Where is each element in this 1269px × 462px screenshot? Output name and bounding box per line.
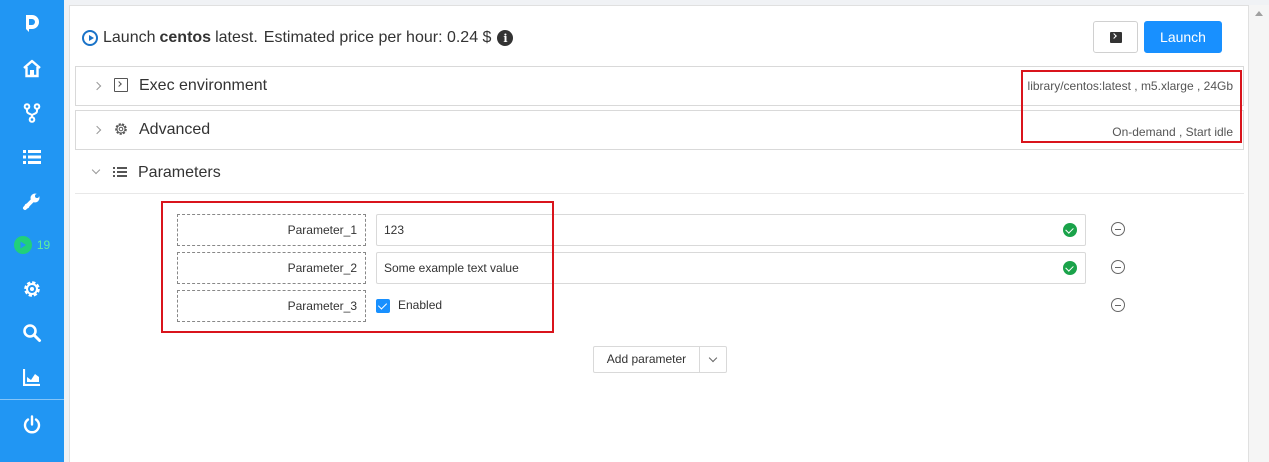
price-estimate: Estimated price per hour: 0.24 $: [263, 29, 492, 46]
chevron-right-icon[interactable]: [92, 125, 102, 135]
gear-icon: [114, 122, 128, 136]
add-parameter-group: Add parameter: [593, 346, 727, 373]
parameter-value-input[interactable]: Some example text value: [376, 252, 1086, 284]
parameter-value: 123: [384, 223, 405, 237]
pipelines-icon[interactable]: [0, 91, 64, 135]
play-icon: [13, 236, 32, 254]
home-icon[interactable]: [0, 47, 64, 91]
scrollbar[interactable]: [1249, 5, 1269, 462]
tools-icon[interactable]: [0, 179, 64, 223]
search-icon[interactable]: [0, 311, 64, 355]
dashboard-icon[interactable]: [0, 355, 64, 399]
sidebar-divider: [0, 399, 64, 400]
parameter-name-field[interactable]: Parameter_3: [177, 290, 366, 322]
advanced-summary: On-demand Start idle: [1112, 125, 1233, 139]
tool-name: centos: [159, 29, 212, 46]
library-icon[interactable]: [0, 135, 64, 179]
info-icon[interactable]: i: [497, 30, 514, 46]
instance-type: m5.xlarge: [1134, 79, 1193, 93]
launch-button[interactable]: Launch: [1144, 21, 1222, 53]
settings-icon[interactable]: [0, 267, 64, 311]
parameter-name-field[interactable]: Parameter_1: [177, 214, 366, 246]
advanced-section[interactable]: Advanced On-demand Start idle: [75, 110, 1244, 150]
price-type: On-demand: [1112, 125, 1176, 139]
remove-parameter-button[interactable]: [1111, 260, 1125, 274]
parameters-section[interactable]: Parameters: [75, 154, 1244, 194]
runs-count: 19: [36, 238, 51, 252]
chevron-down-icon[interactable]: [91, 165, 101, 175]
terminal-icon: [114, 78, 128, 92]
exec-environment-section[interactable]: Exec environment library/centos:latest m…: [75, 66, 1244, 106]
sidebar: 19: [0, 0, 64, 462]
launch-icon: [82, 30, 98, 46]
docker-image: library/centos:latest: [1027, 79, 1131, 93]
title-prefix: Launch: [103, 29, 156, 46]
terminal-icon: [1109, 31, 1122, 43]
section-title: Parameters: [138, 164, 221, 181]
section-title: Exec environment: [139, 77, 268, 94]
runs-badge: 19: [13, 236, 51, 254]
remove-parameter-button[interactable]: [1111, 222, 1125, 236]
parameter-value-input[interactable]: 123: [376, 214, 1086, 246]
launch-form: Launch centos latest. Estimated price pe…: [69, 5, 1249, 462]
parameter-name-field[interactable]: Parameter_2: [177, 252, 366, 284]
start-mode: Start idle: [1179, 125, 1233, 139]
remove-parameter-button[interactable]: [1111, 298, 1125, 312]
ssh-terminal-button[interactable]: [1093, 21, 1138, 53]
page-title: Launch centos latest. Estimated price pe…: [82, 26, 514, 50]
logout-icon[interactable]: [0, 403, 64, 447]
chevron-right-icon[interactable]: [92, 81, 102, 91]
checkbox-label: Enabled: [398, 298, 443, 312]
scroll-up-icon[interactable]: [1255, 11, 1263, 16]
section-title: Advanced: [139, 121, 211, 138]
check-circle-icon: [1063, 223, 1077, 237]
exec-summary: library/centos:latest m5.xlarge 24Gb: [1028, 79, 1233, 93]
list-icon: [113, 165, 127, 179]
tool-version: latest.: [215, 29, 258, 46]
check-circle-icon: [1063, 261, 1077, 275]
add-parameter-button[interactable]: Add parameter: [594, 347, 700, 372]
parameter-checkbox[interactable]: [376, 299, 390, 313]
parameter-value: Some example text value: [384, 261, 519, 275]
logo-icon[interactable]: [0, 0, 64, 44]
chevron-down-icon[interactable]: [700, 347, 726, 372]
disk-size: 24Gb: [1197, 79, 1233, 93]
runs-icon[interactable]: 19: [0, 223, 64, 267]
